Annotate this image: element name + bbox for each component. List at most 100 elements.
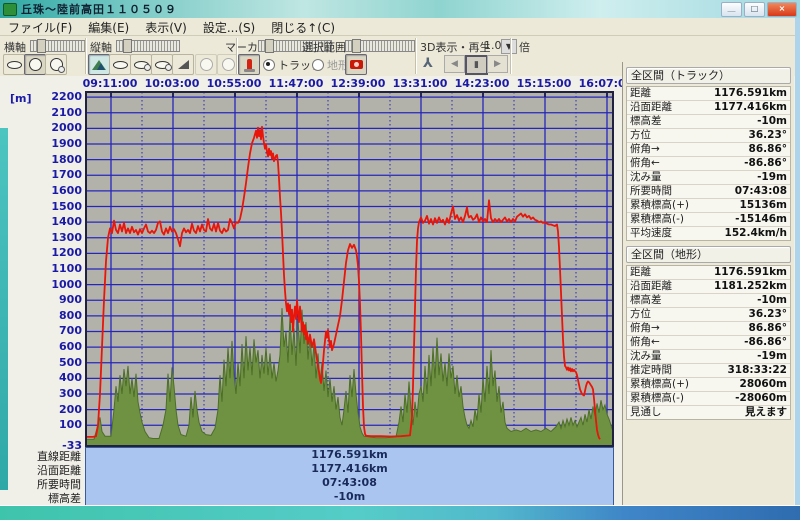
selection-slider[interactable] — [345, 40, 415, 52]
terrain-summary-table: 距離1176.591km沿面距離1181.252km標高差-10m方位36.23… — [626, 265, 791, 420]
track-summary-value: 15136m — [740, 199, 787, 212]
terrain-summary-row: 累積標高(+)28060m — [627, 378, 790, 392]
terrain-summary-row: 見通し見えます — [627, 406, 790, 419]
footer-value: -10m — [86, 490, 613, 504]
terrain-summary-label: 累積標高(-) — [630, 392, 684, 405]
terrain-summary-row: 距離1176.591km — [627, 266, 790, 280]
track-summary-row: 標高差 -10m — [627, 115, 790, 129]
play-back-button[interactable]: ◀ — [444, 55, 465, 73]
menu-item-0[interactable]: ファイル(F) — [0, 18, 80, 37]
h-axis-flat-button[interactable] — [3, 54, 25, 75]
y-tick-label: 900 — [38, 293, 82, 306]
y-tick-label: 1700 — [38, 168, 82, 181]
y-tick-label: 2100 — [38, 106, 82, 119]
track-summary-row: 沿面距離1177.416km — [627, 101, 790, 115]
terrain-summary-value: -86.86° — [744, 336, 787, 349]
v-axis-flat-button[interactable] — [109, 54, 131, 75]
y-tick-label: 1500 — [38, 200, 82, 213]
terrain-summary-row: 沈み量-19m — [627, 350, 790, 364]
elevation-plot[interactable] — [85, 91, 614, 447]
y-axis-unit: [m] — [10, 92, 32, 105]
track-summary-value: 86.86° — [749, 143, 787, 156]
maximize-button[interactable]: □ — [744, 2, 765, 17]
v-axis-slope-button[interactable] — [172, 54, 194, 75]
y-tick-label: 1300 — [38, 231, 82, 244]
camera-button[interactable] — [345, 54, 367, 75]
h-axis-label: 横軸 — [4, 39, 26, 55]
y-tick-label: 2200 — [38, 90, 82, 103]
track-summary-label: 標高差 — [630, 115, 662, 128]
y-tick-label: 500 — [38, 356, 82, 369]
track-summary-label: 所要時間 — [630, 185, 672, 198]
toolbar-separator — [236, 38, 238, 74]
marker-pin-button[interactable] — [238, 54, 260, 75]
terrain-summary-label: 方位 — [630, 308, 651, 321]
v-axis-oval2-button[interactable] — [151, 54, 173, 75]
playback-speed-value: 1.0 — [484, 39, 502, 52]
terrain-summary-label: 累積標高(+) — [630, 378, 689, 391]
terrain-summary-row: 方位 36.23° — [627, 308, 790, 322]
track-summary-row: 距離1176.591km — [627, 87, 790, 101]
y-tick-label: 1600 — [38, 184, 82, 197]
terrain-summary-value: -10m — [757, 294, 787, 307]
track-summary-row: 俯角→ 86.86° — [627, 143, 790, 157]
v-axis-circle-button[interactable] — [195, 54, 217, 75]
triangle-icon — [178, 60, 189, 69]
v-axis-zoom-slider[interactable] — [116, 40, 180, 52]
y-tick-label: 2000 — [38, 121, 82, 134]
menu-item-1[interactable]: 編集(E) — [80, 18, 137, 37]
chart-zone: 09:11:0010:03:0010:55:0011:47:0012:39:00… — [0, 76, 622, 505]
marker-terrain-radio[interactable]: 地形 — [312, 57, 349, 73]
terrain-summary-row: 累積標高(-) -28060m — [627, 392, 790, 406]
radio-unselected-icon — [312, 59, 324, 71]
title-bar[interactable]: 丘珠～陸前高田１１０５０９ ＿ □ × — [0, 0, 800, 18]
track-summary-row: 所要時間07:43:08 — [627, 185, 790, 199]
circle-icon — [200, 58, 213, 71]
h-axis-zoom-slider[interactable] — [30, 40, 86, 52]
track-summary-value: 36.23° — [749, 129, 787, 142]
play-forward-button[interactable]: ▶ — [487, 55, 508, 73]
play-stop-button[interactable]: ▮ — [465, 55, 488, 75]
v-axis-oval-button[interactable] — [130, 54, 152, 75]
track-summary-value: 152.4km/h — [725, 227, 787, 240]
footer-label: 沿面距離 — [0, 464, 81, 478]
track-summary-row: 累積標高(-)-15146m — [627, 213, 790, 227]
v-axis-label: 縦軸 — [90, 39, 112, 55]
track-summary-row: 累積標高(+)15136m — [627, 199, 790, 213]
close-button[interactable]: × — [767, 2, 797, 17]
h-axis-circle-sub-button[interactable] — [45, 54, 67, 75]
app-icon — [3, 3, 17, 16]
x-tick-label: 12:39:00 — [331, 77, 386, 90]
oval-sub-icon — [134, 61, 149, 69]
track-summary-value: 1176.591km — [714, 87, 787, 100]
menu-item-3[interactable]: 設定...(S) — [195, 18, 263, 37]
menu-item-4[interactable]: 閉じる↑(C) — [263, 18, 343, 37]
track-summary-value: 1177.416km — [714, 101, 787, 114]
h-axis-circle-button[interactable] — [24, 54, 46, 75]
track-summary-label: 俯角→ — [630, 143, 660, 156]
terrain-summary-label: 俯角← — [630, 336, 660, 349]
terrain-summary-value: -28060m — [735, 392, 787, 405]
footer-label: 標高差 — [0, 492, 81, 506]
footer-value: 1176.591km — [86, 448, 613, 462]
menu-item-2[interactable]: 表示(V) — [137, 18, 195, 37]
right-border-strip — [795, 18, 800, 505]
playback-speed-dropdown[interactable]: ▼ — [501, 39, 517, 54]
v-axis-terrain-button[interactable] — [88, 54, 110, 75]
circle-icon — [222, 58, 235, 71]
x-tick-label: 09:11:00 — [83, 77, 138, 90]
terrain-summary-label: 沈み量 — [630, 350, 662, 363]
terrain-summary-label: 標高差 — [630, 294, 662, 307]
x-tick-label: 13:31:00 — [393, 77, 448, 90]
track-summary-row: 平均速度152.4km/h — [627, 227, 790, 240]
track-summary-value: -10m — [757, 115, 787, 128]
terrain-summary-value: 見えます — [745, 406, 787, 419]
terrain-summary-row: 推定時間318:33:22 — [627, 364, 790, 378]
playback-label: 3D表示・再生 — [420, 39, 490, 55]
y-tick-label: 1800 — [38, 153, 82, 166]
selection-label: 選択範囲 — [302, 39, 346, 55]
terrain-summary-value: 36.23° — [749, 308, 787, 321]
minimize-button[interactable]: ＿ — [721, 2, 742, 17]
y-tick-label: 1200 — [38, 246, 82, 259]
y-tick-label: 1400 — [38, 215, 82, 228]
